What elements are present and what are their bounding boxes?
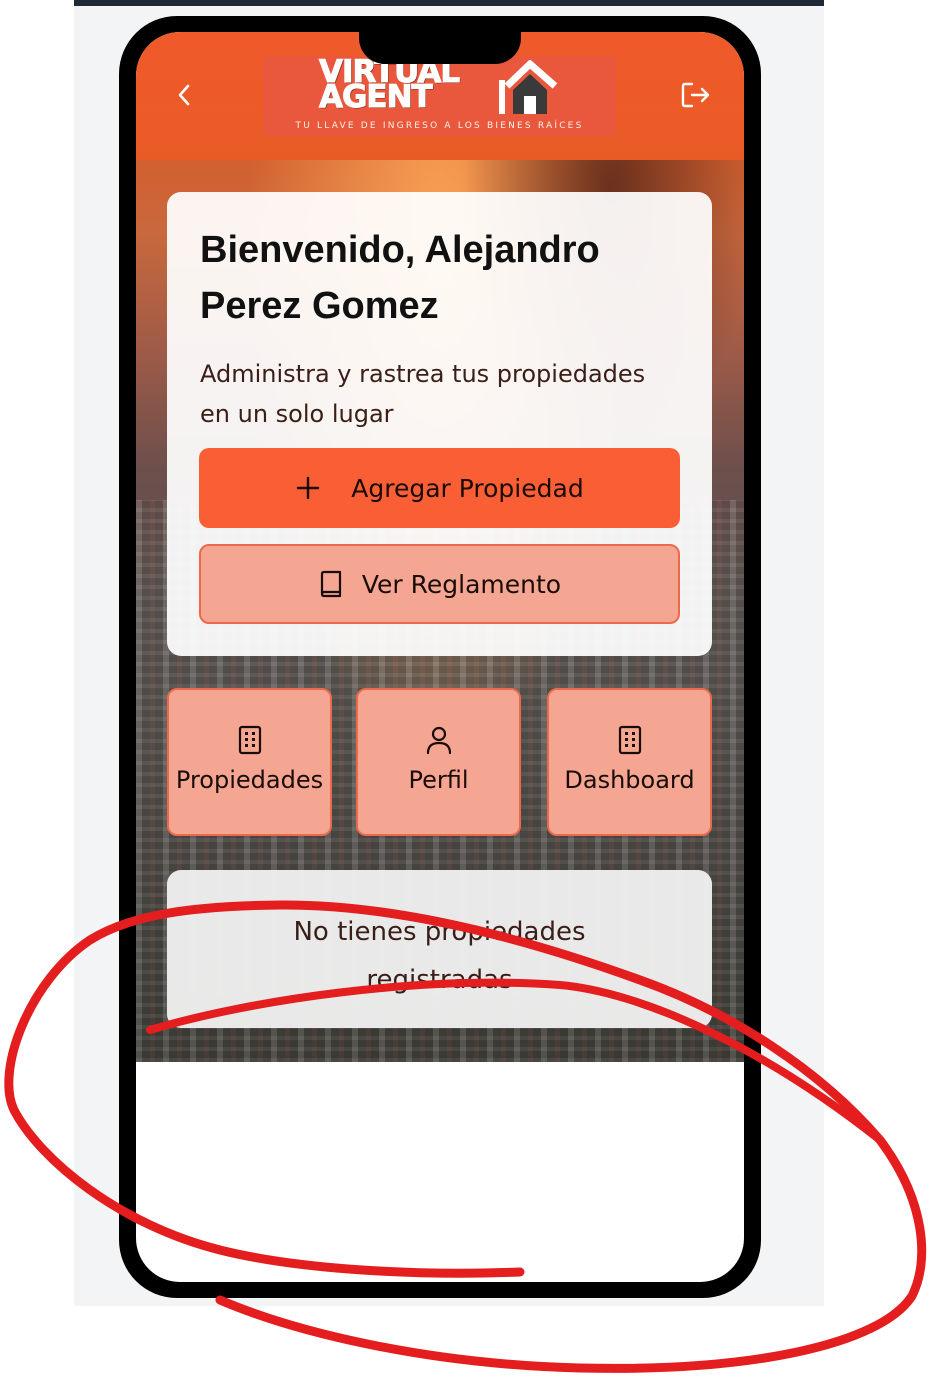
add-property-label: Agregar Propiedad bbox=[351, 473, 584, 503]
tile-label: Propiedades bbox=[175, 766, 324, 794]
phone-screen: VIRTUAL AGENT TU LLAVE DE INGRESO A LOS … bbox=[136, 32, 744, 1282]
welcome-title: Bienvenido, Alejandro Perez Gomez bbox=[200, 229, 600, 327]
book-icon bbox=[320, 570, 341, 598]
chevron-left-icon bbox=[178, 84, 190, 106]
building-icon bbox=[238, 725, 261, 755]
logo-line-2: AGENT bbox=[319, 79, 434, 115]
user-icon bbox=[426, 726, 451, 755]
browser-top-bar bbox=[74, 0, 824, 6]
welcome-card: Bienvenido, Alejandro Perez Gomez Admini… bbox=[167, 192, 712, 656]
view-rules-label: Ver Reglamento bbox=[361, 569, 562, 599]
house-icon bbox=[499, 60, 558, 114]
welcome-subtitle: Administra y rastrea tus propiedades en … bbox=[200, 360, 646, 428]
tile-perfil[interactable]: Perfil bbox=[356, 688, 521, 836]
plus-icon bbox=[297, 476, 320, 500]
tile-label: Perfil bbox=[408, 766, 469, 794]
logout-button[interactable] bbox=[678, 78, 714, 112]
back-button[interactable] bbox=[170, 78, 198, 112]
add-property-button[interactable]: Agregar Propiedad bbox=[199, 448, 680, 528]
view-rules-button[interactable]: Ver Reglamento bbox=[199, 544, 680, 624]
logout-icon bbox=[681, 82, 710, 108]
logo: VIRTUAL AGENT TU LLAVE DE INGRESO A LOS … bbox=[263, 56, 616, 136]
empty-state-card: No tienes propiedades registradas bbox=[167, 870, 712, 1028]
building-icon bbox=[618, 725, 641, 755]
tile-label: Dashboard bbox=[564, 766, 695, 794]
tile-dashboard[interactable]: Dashboard bbox=[547, 688, 712, 836]
tile-propiedades[interactable]: Propiedades bbox=[167, 688, 332, 836]
logo-tagline: TU LLAVE DE INGRESO A LOS BIENES RAÍCES bbox=[295, 121, 584, 131]
empty-state-message: No tienes propiedades registradas bbox=[293, 917, 586, 995]
phone-notch bbox=[359, 30, 521, 64]
